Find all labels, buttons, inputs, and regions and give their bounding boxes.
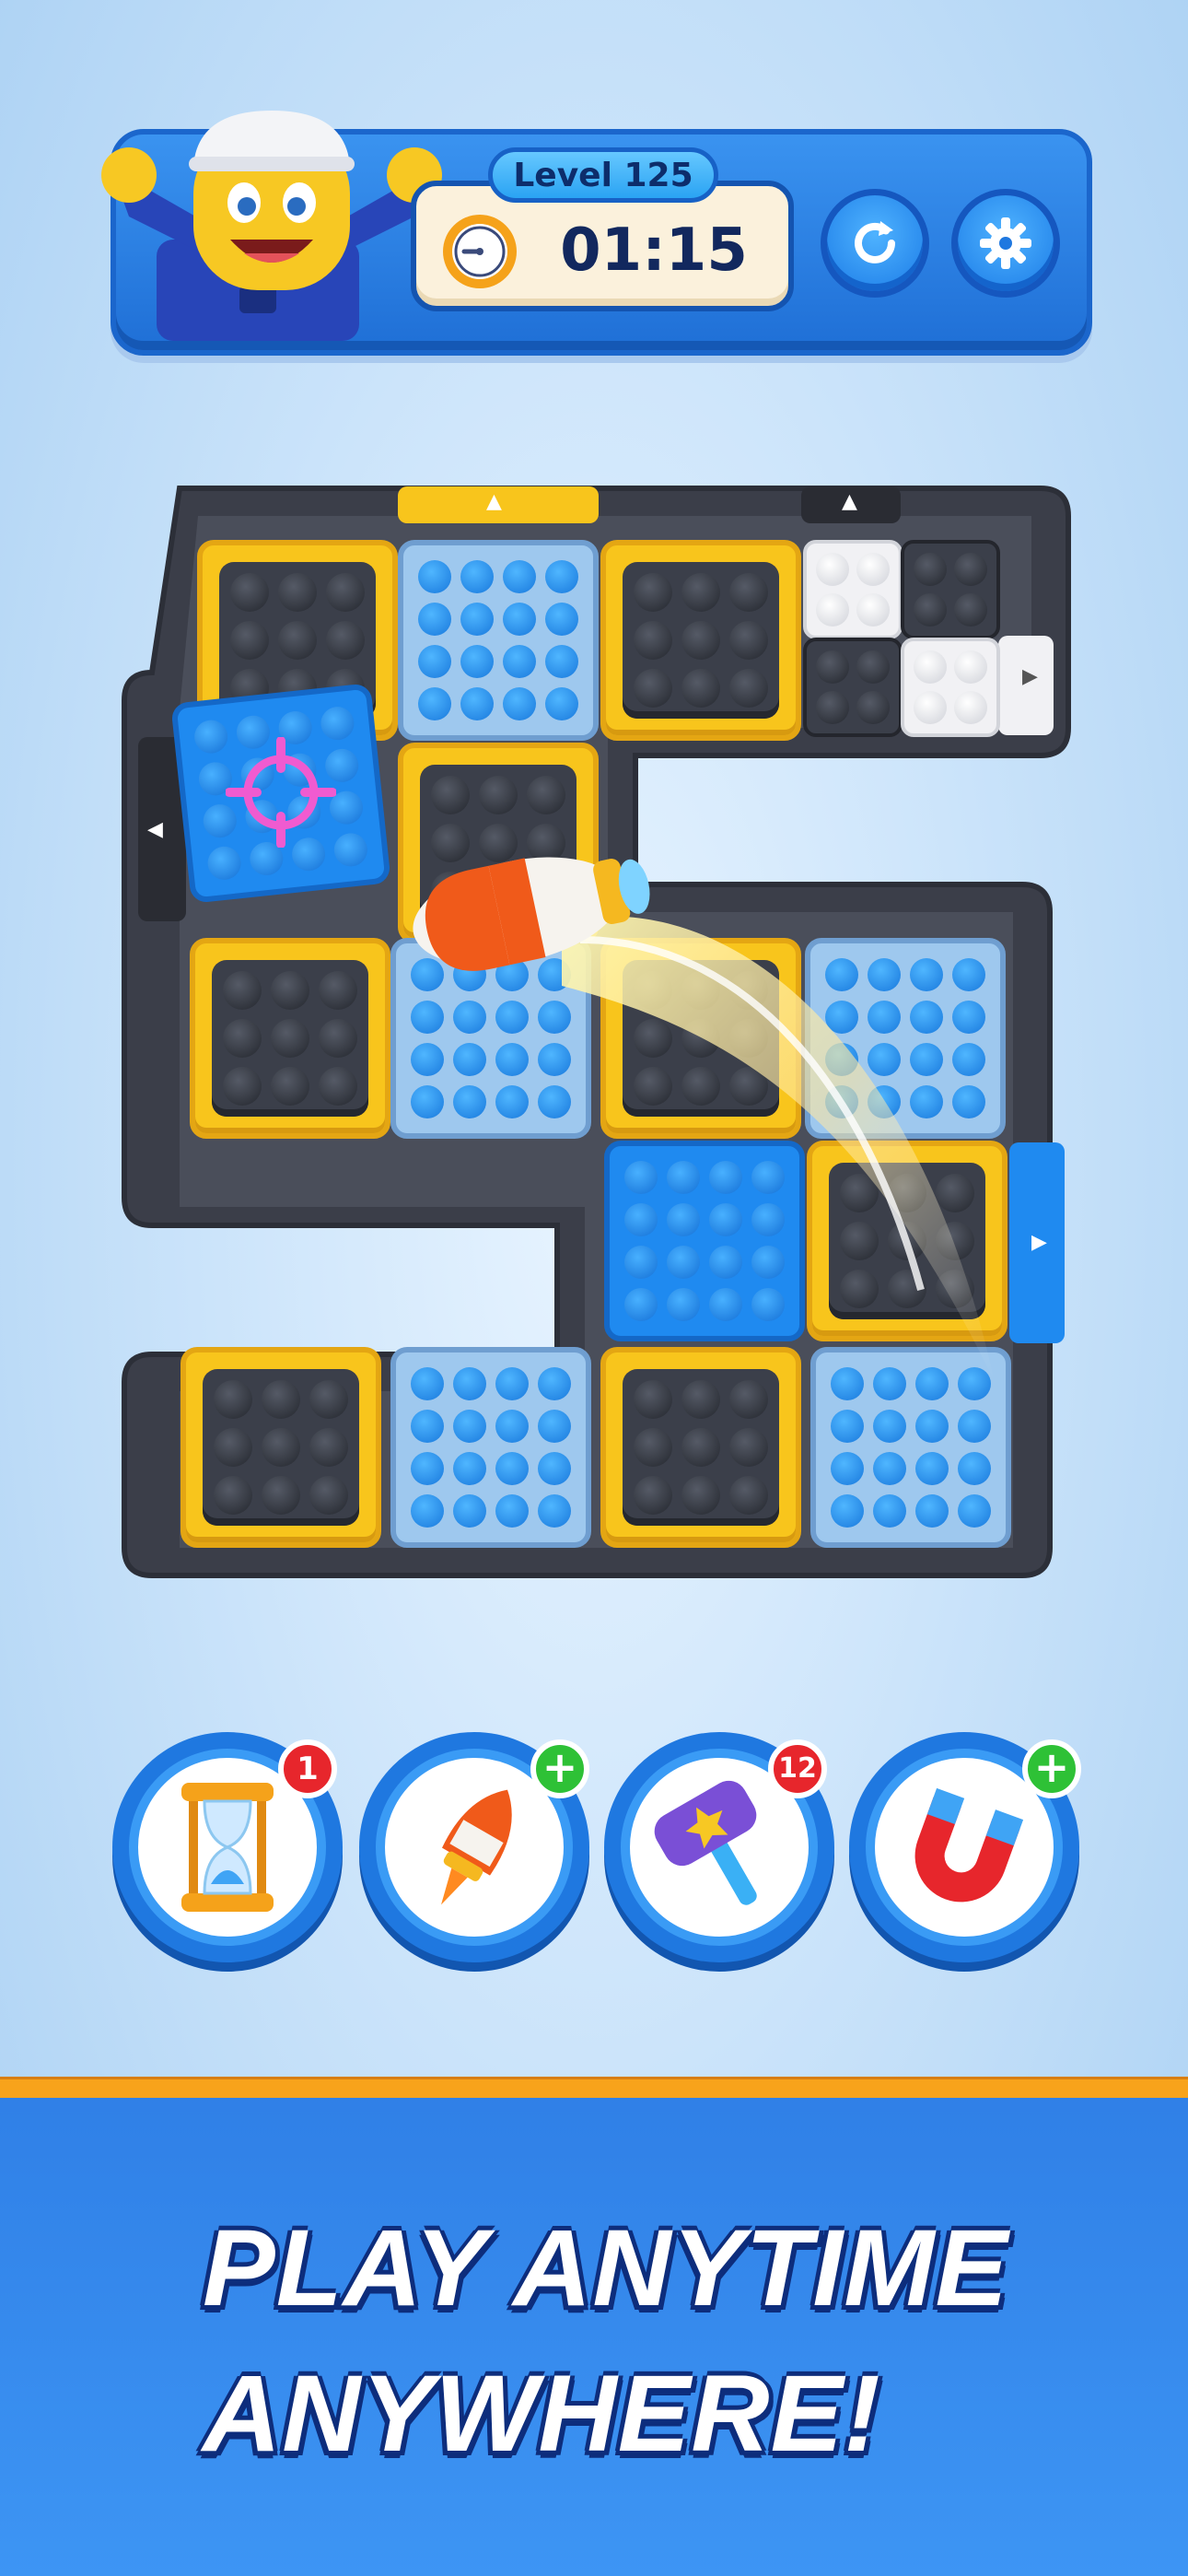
promo-headline-line1: PLAY ANYTIME	[203, 2207, 1009, 2329]
block-black-small[interactable]	[803, 638, 903, 737]
block-blue[interactable]	[398, 540, 599, 741]
block-black-yellow[interactable]	[600, 540, 801, 741]
target-crosshair-icon	[226, 737, 336, 848]
arrow-up-icon: ▲	[486, 490, 502, 513]
magnet-icon	[914, 1787, 1024, 1903]
banner-divider	[0, 2077, 1188, 2098]
rocket-icon	[441, 1789, 512, 1905]
booster-hammer-badge: 12	[768, 1739, 827, 1798]
level-label: Level 125	[488, 147, 718, 203]
booster-rocket-add-badge[interactable]: +	[530, 1739, 589, 1798]
arrow-right-icon: ▶	[1022, 665, 1038, 688]
hammer-icon	[654, 1780, 757, 1905]
block-black-small[interactable]	[901, 540, 1000, 639]
booster-magnet-add-badge[interactable]: +	[1022, 1739, 1081, 1798]
booster-hourglass-badge: 1	[278, 1739, 337, 1798]
promo-headline-line2: ANYWHERE!	[203, 2353, 881, 2475]
block-white[interactable]	[901, 638, 1000, 737]
block-white[interactable]	[803, 540, 903, 639]
hourglass-icon	[181, 1783, 274, 1912]
rocket-effect	[413, 857, 995, 1382]
arrow-up-icon: ▲	[842, 490, 857, 513]
arrow-left-icon: ◀	[147, 818, 163, 841]
